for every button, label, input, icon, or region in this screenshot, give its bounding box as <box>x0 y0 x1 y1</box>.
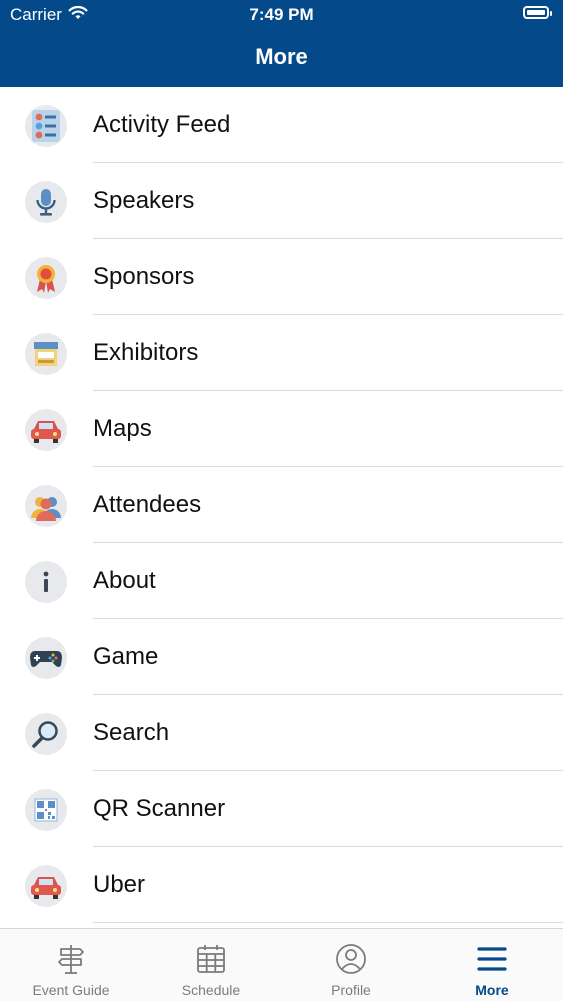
qr-code-icon <box>25 789 67 831</box>
menu-item-speakers[interactable]: Speakers <box>0 163 563 239</box>
storefront-icon <box>25 333 67 375</box>
tab-event-guide[interactable]: Event Guide <box>1 929 141 1001</box>
divider <box>93 922 563 923</box>
menu-item-label: Attendees <box>93 491 202 518</box>
menu-item-label: QR Scanner <box>93 795 226 822</box>
signpost-icon <box>58 945 84 974</box>
people-icon <box>25 485 67 527</box>
tab-profile[interactable]: Profile <box>281 929 421 1001</box>
more-menu-list: Activity Feed Speakers Sponsors Exhibito… <box>0 87 563 923</box>
hamburger-icon <box>477 947 507 971</box>
page-title: More <box>255 44 308 69</box>
tab-more[interactable]: More <box>422 929 562 1001</box>
menu-item-label: Sponsors <box>93 263 195 290</box>
menu-item-label: Game <box>93 643 159 670</box>
menu-item-game[interactable]: Game <box>0 619 563 695</box>
microphone-icon <box>25 181 67 223</box>
menu-item-search[interactable]: Search <box>0 695 563 771</box>
info-icon <box>25 561 67 603</box>
tab-label: Event Guide <box>32 982 110 998</box>
battery-icon <box>523 6 552 19</box>
menu-item-label: Activity Feed <box>93 111 231 138</box>
tab-schedule[interactable]: Schedule <box>141 929 281 1001</box>
award-ribbon-icon <box>25 257 67 299</box>
menu-item-label: Speakers <box>93 187 195 214</box>
menu-item-label: About <box>93 567 156 594</box>
menu-item-label: Search <box>93 719 170 746</box>
menu-item-label: Uber <box>93 871 146 898</box>
nav-header: Carrier 7:49 PM More <box>0 0 563 87</box>
menu-item-activity-feed[interactable]: Activity Feed <box>0 87 563 163</box>
menu-item-label: Maps <box>93 415 152 442</box>
activity-feed-icon <box>25 105 67 147</box>
menu-item-qr-scanner[interactable]: QR Scanner <box>0 771 563 847</box>
menu-item-sponsors[interactable]: Sponsors <box>0 239 563 315</box>
car-icon <box>25 865 67 907</box>
car-icon <box>25 409 67 451</box>
menu-item-attendees[interactable]: Attendees <box>0 467 563 543</box>
menu-item-label: Exhibitors <box>93 339 199 366</box>
tab-label: Profile <box>331 982 371 998</box>
menu-item-maps[interactable]: Maps <box>0 391 563 467</box>
menu-item-uber[interactable]: Uber <box>0 847 563 923</box>
user-circle-icon <box>336 944 366 974</box>
tab-label: More <box>475 982 509 998</box>
status-bar: Carrier 7:49 PM <box>0 0 563 30</box>
menu-item-exhibitors[interactable]: Exhibitors <box>0 315 563 391</box>
magnifier-icon <box>25 713 67 755</box>
tab-bar: Event Guide Schedule Profile More <box>0 928 563 1001</box>
clock-label: 7:49 PM <box>249 5 314 24</box>
menu-item-about[interactable]: About <box>0 543 563 619</box>
calendar-icon <box>197 945 225 973</box>
gamepad-icon <box>25 637 67 679</box>
tab-label: Schedule <box>181 982 241 998</box>
